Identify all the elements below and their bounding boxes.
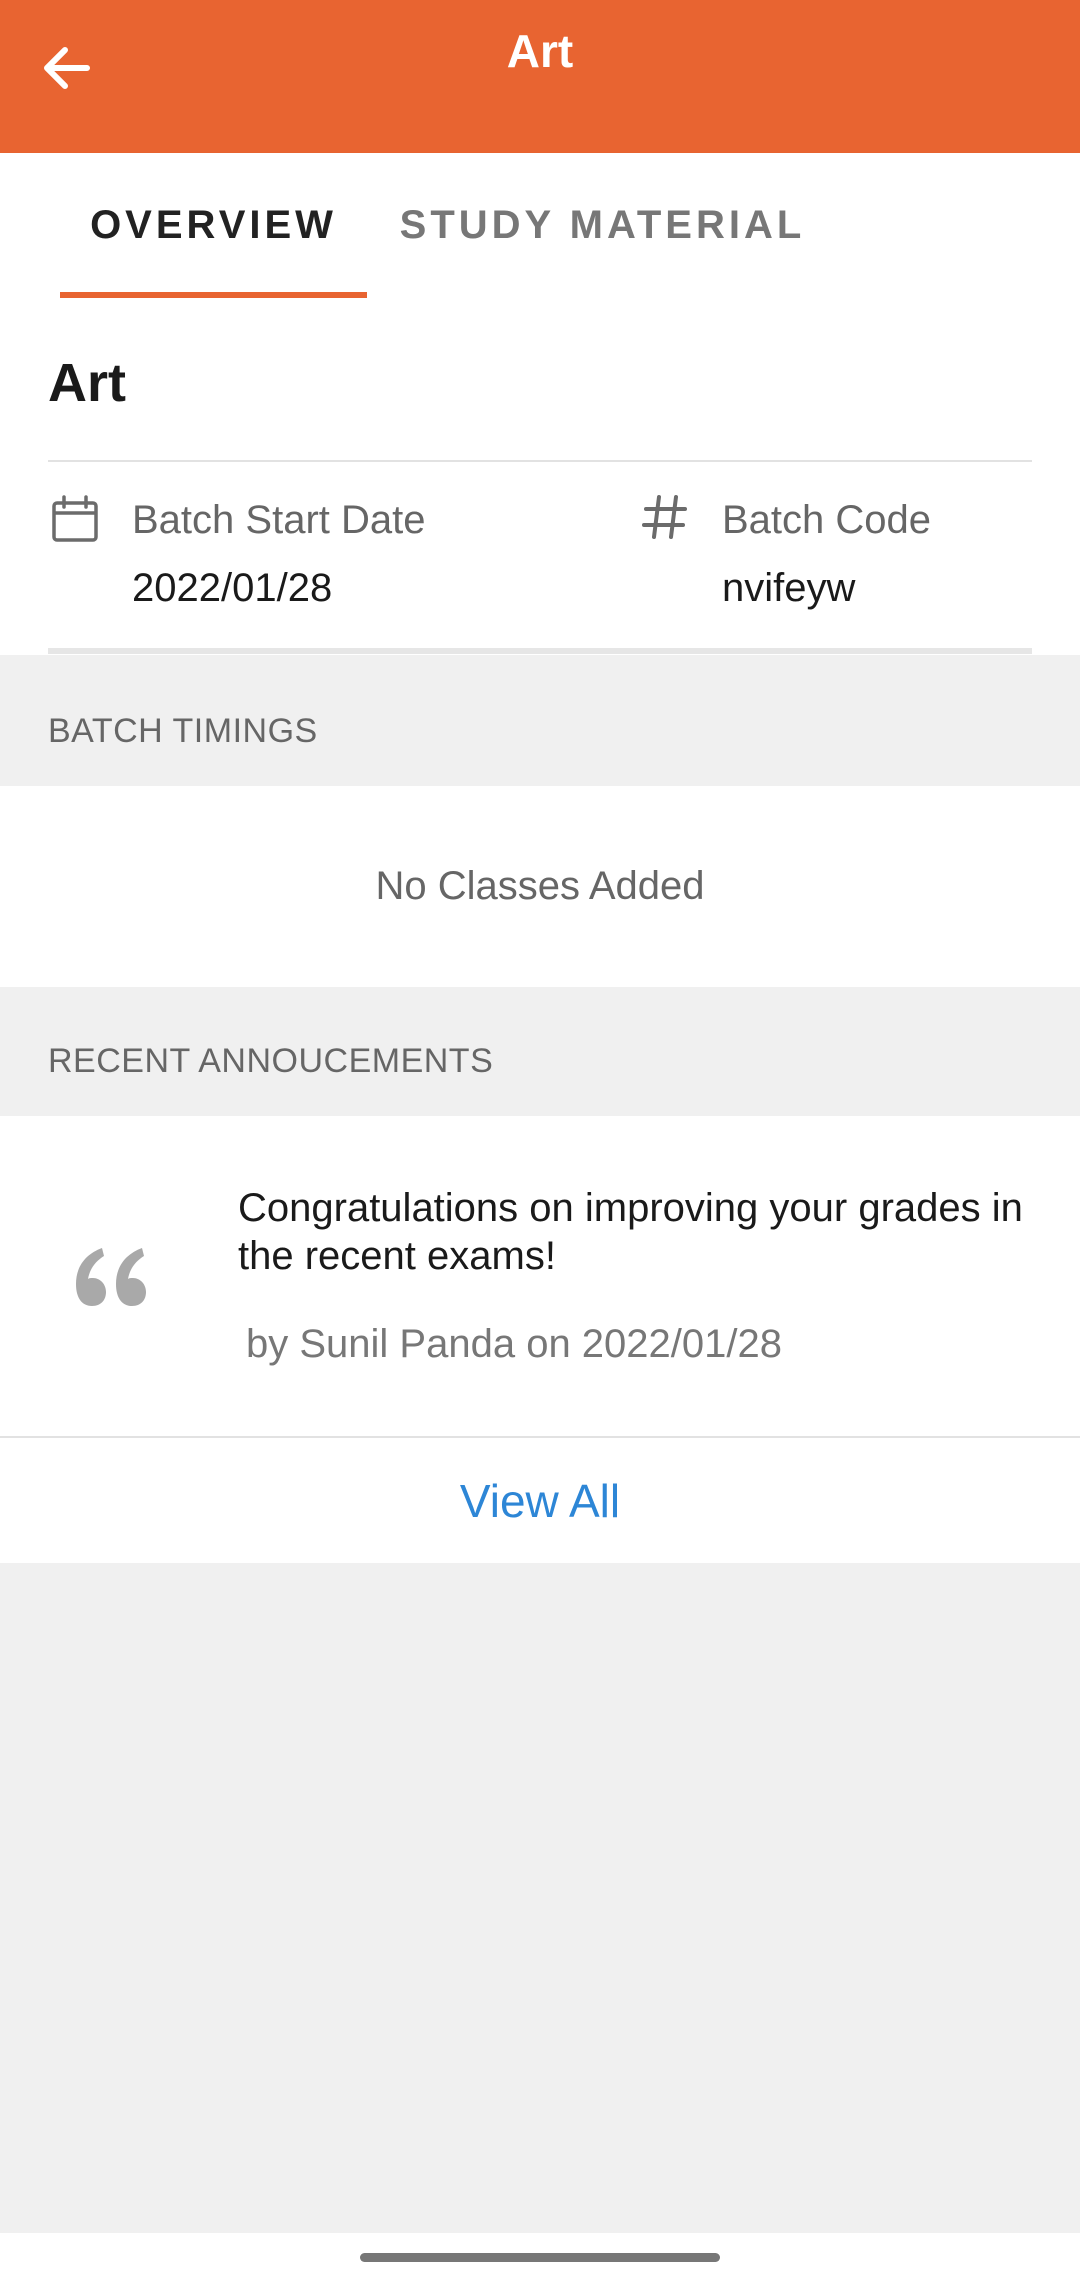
batch-code-label: Batch Code [722,498,932,542]
view-all-link[interactable]: View All [0,1438,1080,1563]
tab-bar: OVERVIEW STUDY MATERIAL [0,153,1080,298]
page-title: Art [506,25,574,77]
overview-card: Art Batch Start Date 2022/01/28 Batch Co… [0,298,1080,655]
divider [48,648,1032,654]
empty-state-text: No Classes Added [375,864,705,908]
announcement-meta: by Sunil Panda on 2022/01/28 [246,1322,782,1366]
quote-icon [76,1248,146,1306]
hash-icon [642,495,687,539]
course-title: Art [48,353,126,413]
home-indicator[interactable] [360,2253,720,2262]
tab-study-material[interactable]: STUDY MATERIAL [380,153,825,298]
recent-announcements-header: RECENT ANNOUCEMENTS [48,1042,494,1080]
system-navigation-area [0,2233,1080,2283]
batch-start-date-label: Batch Start Date [132,498,426,542]
batch-timings-card: No Classes Added [0,786,1080,987]
calendar-icon [52,495,98,542]
batch-code-value: nvifeyw [722,566,856,610]
announcements-card: Congratulations on improving your grades… [0,1116,1080,1563]
batch-start-date-value: 2022/01/28 [132,566,333,610]
divider [48,460,1032,462]
tab-overview[interactable]: OVERVIEW [60,153,367,298]
top-app-bar: Art [0,0,1080,153]
batch-timings-header: BATCH TIMINGS [48,712,318,750]
announcement-text: Congratulations on improving your grades… [238,1186,1023,1278]
